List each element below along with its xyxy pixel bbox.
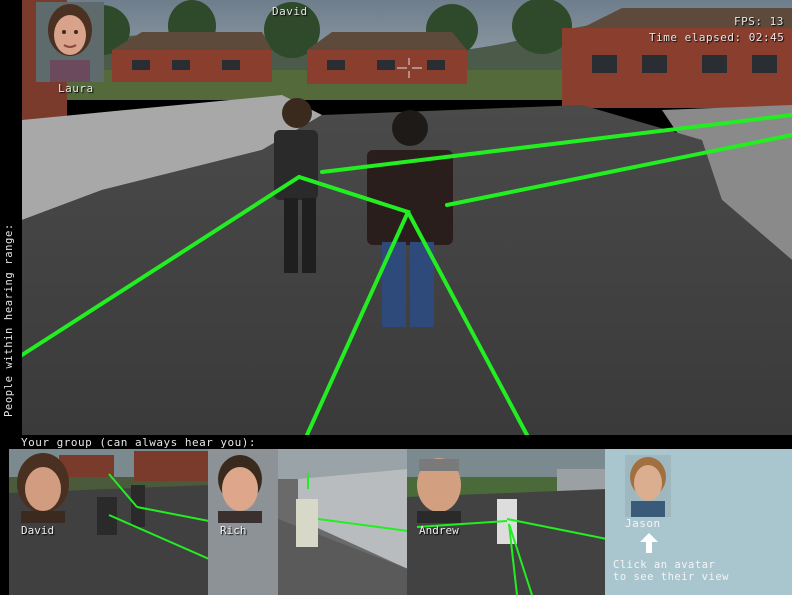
scene-render bbox=[22, 0, 792, 435]
david-view-render bbox=[9, 449, 209, 595]
group-member-view-andrew[interactable]: Andrew bbox=[407, 449, 607, 595]
selector-hint-line2: to see their view bbox=[613, 571, 729, 583]
group-member-name: Andrew bbox=[419, 524, 459, 537]
group-member-view-rich[interactable]: Rich bbox=[208, 449, 408, 595]
jason-face-icon bbox=[625, 455, 671, 517]
selector-hint-line1: Click an avatar bbox=[613, 559, 716, 571]
arrow-up-icon bbox=[640, 533, 658, 553]
hearing-range-avatar-laura[interactable] bbox=[36, 2, 104, 82]
main-3d-view[interactable] bbox=[22, 0, 792, 435]
time-elapsed: Time elapsed: 02:45 bbox=[649, 31, 785, 44]
fps-counter: FPS: 13 bbox=[734, 15, 784, 28]
rich-view-render bbox=[208, 449, 408, 595]
jason-name: Jason bbox=[625, 517, 661, 530]
hearing-range-name: Laura bbox=[58, 82, 94, 95]
group-label: Your group (can always hear you): bbox=[21, 436, 257, 449]
jason-avatar[interactable] bbox=[625, 455, 671, 517]
group-member-name: Rich bbox=[220, 524, 247, 537]
laura-face-icon bbox=[36, 2, 104, 82]
group-member-view-david[interactable]: David bbox=[9, 449, 209, 595]
hearing-range-label: People within hearing range: bbox=[3, 223, 15, 417]
avatar-selector-panel: Jason Click an avatar to see their view bbox=[605, 449, 792, 595]
andrew-view-render bbox=[407, 449, 607, 595]
current-avatar-label: David bbox=[272, 5, 308, 18]
group-member-name: David bbox=[21, 524, 55, 537]
